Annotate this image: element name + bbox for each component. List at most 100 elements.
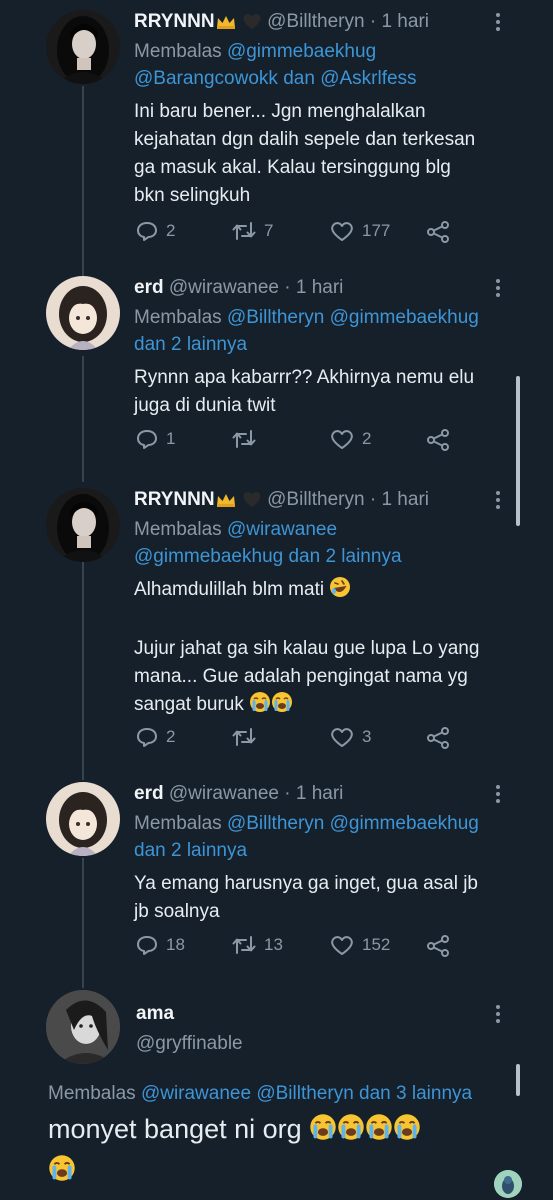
mention-link[interactable]: @wirawanee @Billtheryn dan 3 lainnya (141, 1083, 472, 1104)
floating-badge-icon[interactable] (494, 1170, 522, 1198)
scrollbar[interactable] (516, 376, 520, 526)
reply-icon (137, 728, 157, 747)
mention-connector: dan (283, 68, 315, 89)
display-name[interactable]: erd (134, 277, 164, 298)
timestamp[interactable]: · 1 hari (284, 783, 343, 804)
share-button[interactable] (426, 428, 458, 452)
thread-line (82, 86, 84, 276)
display-name[interactable]: ama (136, 1003, 174, 1024)
text-line: kejahatan dgn dalih sepele dan terkesan (134, 129, 476, 150)
loudly-crying-emoji (365, 1113, 393, 1151)
text-line: bkn selingkuh (134, 185, 251, 206)
text-line: juga di dunia twit (134, 395, 276, 416)
text-line: mana... Gue adalah pengingat nama yg (134, 666, 468, 687)
display-name[interactable]: RRYNNN (134, 489, 215, 510)
share-button[interactable] (426, 934, 458, 958)
avatar[interactable] (46, 276, 120, 350)
tweet-text: monyet banget ni org (48, 1110, 518, 1192)
tweet-text: Alhamdulillah blm mati Jujur jahat ga si… (134, 576, 514, 722)
reply-count: 1 (166, 429, 176, 448)
retweet-button[interactable]: 13 (232, 934, 283, 956)
retweet-button[interactable]: 7 (232, 220, 273, 242)
timestamp[interactable]: · 1 hari (284, 277, 343, 298)
crown-emoji (215, 13, 237, 37)
like-icon (331, 430, 353, 449)
loudly-crying-emoji (309, 1113, 337, 1151)
thread-line (82, 356, 84, 482)
reply-button[interactable]: 2 (136, 726, 175, 748)
reply-button[interactable]: 2 (136, 220, 175, 242)
handle[interactable]: @Billtheryn (267, 11, 364, 32)
display-name[interactable]: erd (134, 783, 164, 804)
reply-icon (137, 936, 157, 955)
share-icon (427, 221, 449, 243)
mention-link[interactable]: dan 2 lainnya (134, 334, 247, 355)
handle-line: @gryffinable (136, 1032, 243, 1056)
like-button[interactable]: 177 (330, 220, 390, 242)
thread-line (82, 858, 84, 988)
like-button[interactable]: 2 (330, 428, 371, 450)
reply-button[interactable]: 18 (136, 934, 185, 956)
text-line: Jujur jahat ga sih kalau gue lupa Lo yan… (134, 638, 480, 659)
retweet-count: 13 (264, 935, 283, 954)
reply-count: 18 (166, 935, 185, 954)
loudly-crying-emoji (271, 691, 293, 722)
replying-label: Membalas (48, 1083, 136, 1104)
text-line (134, 607, 514, 635)
like-button[interactable]: 152 (330, 934, 390, 956)
more-icon[interactable] (495, 490, 501, 510)
like-count: 3 (362, 727, 372, 746)
mention-link[interactable]: @Billtheryn @gimmebaekhug (227, 813, 479, 834)
retweet-button[interactable] (232, 726, 264, 748)
mention-link[interactable]: @Billtheryn @gimmebaekhug (227, 307, 479, 328)
mention-link[interactable]: @Barangcowokk (134, 68, 278, 89)
reply-button[interactable]: 1 (136, 428, 175, 450)
text-line: Alhamdulillah blm mati (134, 576, 514, 607)
reply-icon (137, 430, 157, 449)
thread-line (82, 562, 84, 780)
text-line-content: monyet banget ni org (48, 1114, 302, 1144)
mention-link[interactable]: @gimmebaekhug (227, 41, 376, 62)
display-name[interactable]: RRYNNN (134, 11, 215, 32)
text-line-content: sangat buruk (134, 694, 244, 715)
mention-link[interactable]: @Askrlfess (320, 68, 416, 89)
text-line-content: Alhamdulillah blm mati (134, 579, 325, 600)
handle[interactable]: @wirawanee (169, 277, 279, 298)
retweet-count: 7 (264, 221, 274, 240)
mention-link[interactable]: @wirawanee (227, 519, 337, 540)
replying-to: Membalas @wirawanee @gimmebaekhug dan 2 … (134, 516, 514, 570)
retweet-icon (232, 430, 256, 448)
more-icon[interactable] (495, 784, 501, 804)
tweet-header: erd @wirawanee · 1 hari (134, 782, 343, 806)
more-icon[interactable] (495, 278, 501, 298)
like-button[interactable]: 3 (330, 726, 371, 748)
like-count: 177 (362, 221, 391, 240)
tweet-header: RRYNNN @Billtheryn · 1 hari (134, 488, 429, 515)
tweet-actions: 1 2 (134, 428, 464, 454)
share-button[interactable] (426, 220, 458, 244)
avatar[interactable] (46, 990, 120, 1064)
tweet-header: ama (136, 1002, 174, 1026)
more-icon[interactable] (495, 1004, 501, 1024)
replying-to: Membalas @wirawanee @Billtheryn dan 3 la… (48, 1080, 518, 1107)
handle[interactable]: @wirawanee (169, 783, 279, 804)
retweet-icon (232, 936, 256, 954)
reply-icon (137, 222, 157, 241)
tweet-text: Rynnn apa kabarrr?? Akhirnya nemu elu ju… (134, 364, 514, 420)
more-icon[interactable] (495, 12, 501, 32)
avatar[interactable] (46, 782, 120, 856)
timestamp[interactable]: · 1 hari (370, 489, 429, 510)
timestamp[interactable]: · 1 hari (370, 11, 429, 32)
handle[interactable]: @gryffinable (136, 1033, 243, 1054)
avatar[interactable] (46, 10, 120, 84)
avatar[interactable] (46, 488, 120, 562)
handle[interactable]: @Billtheryn (267, 489, 364, 510)
retweet-button[interactable] (232, 428, 264, 450)
crown-emoji (215, 491, 237, 515)
mention-link[interactable]: dan 2 lainnya (134, 840, 247, 861)
reply-count: 2 (166, 727, 176, 746)
text-line: ga masuk akal. Kalau tersinggung blg (134, 157, 451, 178)
mention-link[interactable]: @gimmebaekhug dan 2 lainnya (134, 546, 402, 567)
share-button[interactable] (426, 726, 458, 750)
tweet-text: Ini baru bener... Jgn menghalalkan kejah… (134, 98, 514, 210)
